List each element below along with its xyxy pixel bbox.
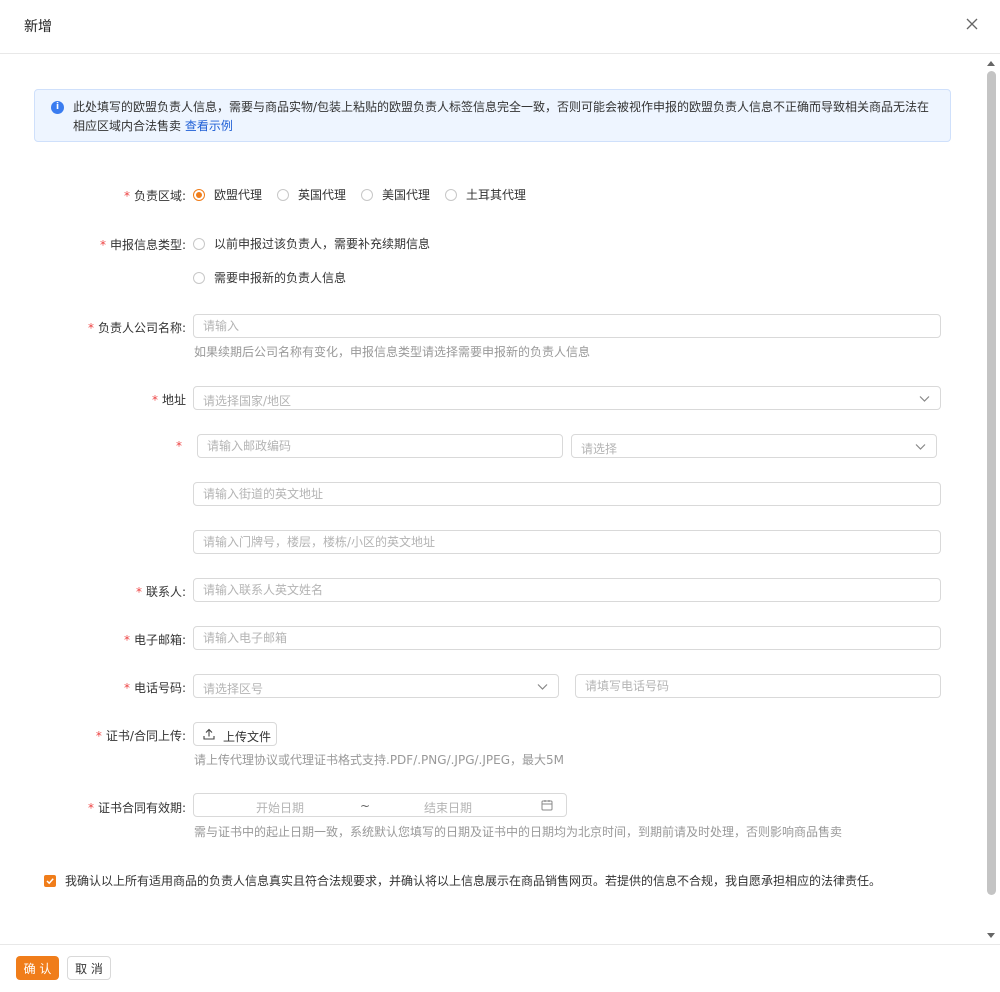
street-address-input[interactable] [193, 482, 941, 506]
required-mark: * [123, 681, 130, 695]
country-select[interactable]: 请选择国家/地区 [193, 386, 941, 410]
dialog-title: 新增 [24, 19, 52, 35]
contact-name-input[interactable] [193, 578, 941, 602]
end-date-field[interactable]: 结束日期 [424, 799, 472, 816]
radio-icon [193, 237, 205, 250]
consent-row: 我确认以上所有适用商品的负责人信息真实且符合法规要求，并确认将以上信息展示在商品… [44, 872, 881, 889]
view-example-link[interactable]: 查看示例 [185, 119, 233, 133]
required-mark: * [151, 393, 158, 407]
company-name-input[interactable] [193, 314, 941, 338]
consent-text: 我确认以上所有适用商品的负责人信息真实且符合法规要求，并确认将以上信息展示在商品… [65, 874, 882, 888]
check-icon [46, 877, 54, 884]
confirm-button[interactable]: 确 认 [16, 956, 59, 980]
close-icon[interactable] [964, 16, 980, 32]
certificate-hint: 请上传代理协议或代理证书格式支持.PDF/.PNG/.JPG/.JPEG，最大5… [194, 753, 564, 767]
company-label: * 负责人公司名称: [87, 321, 186, 335]
certificate-label: * 证书/合同上传: [95, 729, 186, 743]
required-mark: * [87, 321, 94, 335]
required-mark: * [95, 729, 102, 743]
declare-type-label: * 申报信息类型: [99, 238, 186, 252]
scrollbar-thumb[interactable] [987, 71, 996, 895]
required-mark: * [87, 801, 94, 815]
vertical-scrollbar[interactable] [986, 55, 998, 943]
region-option-us[interactable]: 美国代理 [361, 186, 430, 203]
required-mark: * [99, 238, 106, 252]
contact-label: * 联系人: [135, 585, 186, 599]
house-number-input[interactable] [193, 530, 941, 554]
dialog-footer: 确 认 取 消 [0, 944, 1000, 992]
email-label: * 电子邮箱: [123, 633, 186, 647]
radio-icon [361, 188, 373, 201]
validity-hint: 需与证书中的起止日期一致，系统默认您填写的日期及证书中的日期均为北京时间，到期前… [194, 825, 843, 839]
phone-label: * 电话号码: [123, 681, 186, 695]
required-mark: * [123, 189, 130, 203]
range-separator: ~ [360, 799, 371, 813]
upload-file-button[interactable]: 上传文件 [193, 722, 277, 746]
radio-icon [277, 188, 289, 201]
radio-icon [193, 271, 205, 284]
phone-number-input[interactable] [575, 674, 941, 698]
chevron-down-icon [537, 684, 548, 690]
chevron-down-icon [915, 444, 926, 450]
upload-icon [203, 728, 215, 740]
scroll-down-icon[interactable] [987, 933, 995, 938]
region-option-tr[interactable]: 土耳其代理 [445, 186, 526, 203]
postcode-input[interactable] [197, 434, 563, 458]
region-option-uk[interactable]: 英国代理 [277, 186, 346, 203]
calendar-icon [541, 800, 553, 811]
cancel-button[interactable]: 取 消 [67, 956, 111, 980]
required-mark: * [135, 585, 142, 599]
area-code-select[interactable]: 请选择区号 [193, 674, 559, 698]
validity-label: * 证书合同有效期: [87, 801, 186, 815]
required-mark: * [123, 633, 130, 647]
region-option-eu[interactable]: 欧盟代理 [193, 186, 262, 203]
required-mark: * [176, 439, 182, 453]
declare-type-renew-option[interactable]: 以前申报过该负责人，需要补充续期信息 [193, 235, 430, 252]
radio-checked-icon [193, 188, 205, 201]
company-hint: 如果续期后公司名称有变化，申报信息类型请选择需要申报新的负责人信息 [194, 345, 591, 359]
address-label: * 地址 [151, 393, 186, 407]
chevron-down-icon [919, 396, 930, 402]
declare-type-new-option[interactable]: 需要申报新的负责人信息 [193, 269, 346, 286]
validity-date-range-picker[interactable]: 开始日期 ~ 结束日期 [193, 793, 567, 817]
email-input[interactable] [193, 626, 941, 650]
region-label: * 负责区域: [123, 189, 186, 203]
consent-checkbox[interactable] [44, 874, 56, 887]
scroll-up-icon[interactable] [987, 61, 995, 66]
notice-banner: i 此处填写的欧盟负责人信息，需要与商品实物/包装上粘贴的欧盟负责人标签信息完全… [34, 89, 951, 142]
region-subselect[interactable]: 请选择 [571, 434, 937, 458]
postcode-required-label: * [160, 439, 186, 453]
info-icon: i [51, 101, 64, 114]
start-date-field[interactable]: 开始日期 [256, 799, 304, 816]
radio-icon [445, 188, 457, 201]
dialog-body: i 此处填写的欧盟负责人信息，需要与商品实物/包装上粘贴的欧盟负责人标签信息完全… [0, 55, 1000, 943]
dialog-header: 新增 [0, 0, 1000, 54]
